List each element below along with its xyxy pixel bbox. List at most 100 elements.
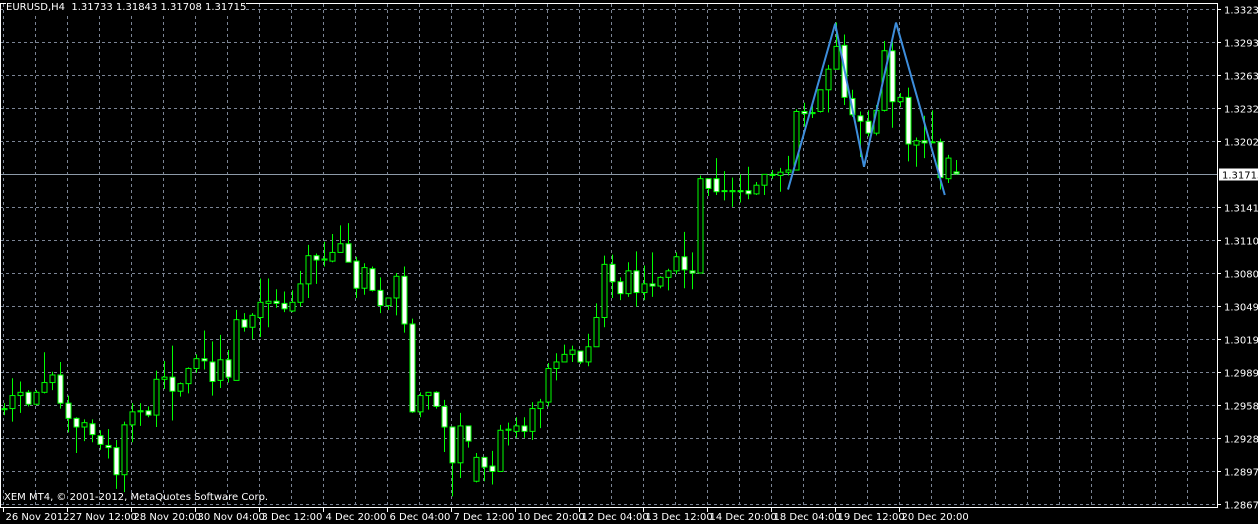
candle-body-bear xyxy=(201,358,208,362)
candle-body-bull xyxy=(537,401,544,410)
candle-body-bear xyxy=(737,190,744,193)
candle xyxy=(217,334,224,388)
candle xyxy=(945,154,952,184)
candle-body-bull xyxy=(385,297,392,307)
candle-body-bear xyxy=(449,426,456,464)
candle xyxy=(473,453,480,483)
candle-body-bull xyxy=(897,96,904,103)
candle xyxy=(297,270,304,307)
candle xyxy=(665,268,672,291)
candle-body-bear xyxy=(889,50,896,103)
candle-body-bear xyxy=(745,190,752,195)
candle-body-bull xyxy=(33,391,40,405)
candle-body-bear xyxy=(281,302,288,310)
candle-body-bull xyxy=(185,367,192,385)
candle-body-bear xyxy=(241,319,248,328)
candle xyxy=(905,87,912,162)
candle-body-bear xyxy=(921,140,928,144)
price-tick-label: 1.32020 xyxy=(1224,138,1258,149)
candle xyxy=(729,177,736,207)
candle-body-bull xyxy=(9,395,16,410)
candle xyxy=(761,173,768,195)
candle-body-bull xyxy=(257,301,264,318)
time-tick-label: 3 Dec 12:00 xyxy=(262,512,323,523)
candle xyxy=(33,390,40,406)
candle-body-bull xyxy=(641,283,648,294)
current-price-label: 1.31715 xyxy=(1222,171,1258,182)
candle-body-bull xyxy=(233,319,240,381)
candle-body-bull xyxy=(585,346,592,363)
price-chart[interactable]: 1.33235 1.32935 1.32630 1.32325 1.32020 1.314… xyxy=(0,0,1258,524)
candle-body-bear xyxy=(801,110,808,115)
candle-body-bull xyxy=(49,374,56,384)
candle xyxy=(209,341,216,396)
copyright-text: XEM MT4, © 2001-2012, MetaQuotes Softwar… xyxy=(4,492,269,503)
grid xyxy=(0,4,1217,507)
candle xyxy=(321,241,328,267)
candle-body-bear xyxy=(353,260,360,289)
time-tick-label: 20 Dec 20:00 xyxy=(902,512,969,523)
candle xyxy=(697,175,704,274)
candle-body-bear xyxy=(681,256,688,271)
candle xyxy=(753,181,760,195)
candle-body-bull xyxy=(601,263,608,318)
candle xyxy=(929,110,936,144)
candle xyxy=(161,360,168,390)
candle xyxy=(113,440,120,489)
candle xyxy=(689,252,696,290)
candle xyxy=(561,344,568,363)
candle-body-bull xyxy=(553,361,560,369)
candle-body-bull xyxy=(761,173,768,186)
candle-body-bear xyxy=(769,173,776,176)
candle xyxy=(305,244,312,298)
candle-body-bull xyxy=(673,256,680,272)
candle-body-bear xyxy=(377,289,384,307)
price-tick-label: 1.28670 xyxy=(1224,501,1258,512)
time-axis[interactable]: 26 Nov 2012 27 Nov 12:0028 Nov 20:0030 No… xyxy=(3,507,969,523)
candle xyxy=(345,223,352,263)
candle-body-bull xyxy=(417,395,424,413)
candle xyxy=(769,170,776,179)
candle xyxy=(393,273,400,316)
candle-body-bull xyxy=(561,353,568,363)
candle-body-bear xyxy=(97,435,104,445)
time-tick-label: 13 Dec 12:00 xyxy=(646,512,713,523)
candle-body-bull xyxy=(945,157,952,180)
candle xyxy=(529,402,536,441)
close-price: 1.31715 xyxy=(205,2,247,13)
chart-frame xyxy=(0,3,1218,508)
candle xyxy=(241,313,248,332)
candle xyxy=(417,392,424,418)
price-tick-label: 1.30195 xyxy=(1224,336,1258,347)
candle xyxy=(185,367,192,394)
candle xyxy=(273,289,280,308)
candle-body-bull xyxy=(337,243,344,253)
candle xyxy=(201,330,208,370)
price-tick-label: 1.30495 xyxy=(1224,303,1258,314)
candle-body-bear xyxy=(113,447,120,476)
candle xyxy=(953,159,960,175)
candle xyxy=(281,291,288,313)
candle xyxy=(641,265,648,301)
candle-body-bear xyxy=(577,350,584,363)
candle-body-bull xyxy=(497,429,504,472)
symbol-label: EURUSD,H4 xyxy=(6,2,66,13)
candle-body-bull xyxy=(217,359,224,381)
candle xyxy=(745,166,752,200)
candle xyxy=(377,277,384,314)
time-tick-label: 27 Nov 12:00 xyxy=(70,512,137,523)
candle xyxy=(449,426,456,497)
time-tick-label: 18 Dec 04:00 xyxy=(774,512,841,523)
candle-body-bear xyxy=(369,268,376,291)
candle xyxy=(401,266,408,333)
candle xyxy=(889,39,896,128)
candle xyxy=(633,251,640,307)
candle xyxy=(601,255,608,328)
candle xyxy=(9,378,16,422)
candle xyxy=(777,167,784,192)
candle-body-bull xyxy=(81,422,88,428)
price-axis[interactable]: 1.33235 1.32935 1.32630 1.32325 1.32020 1.314… xyxy=(1217,6,1258,512)
candle-body-bear xyxy=(481,456,488,468)
candle xyxy=(169,345,176,421)
candle-body-bull xyxy=(569,349,576,355)
